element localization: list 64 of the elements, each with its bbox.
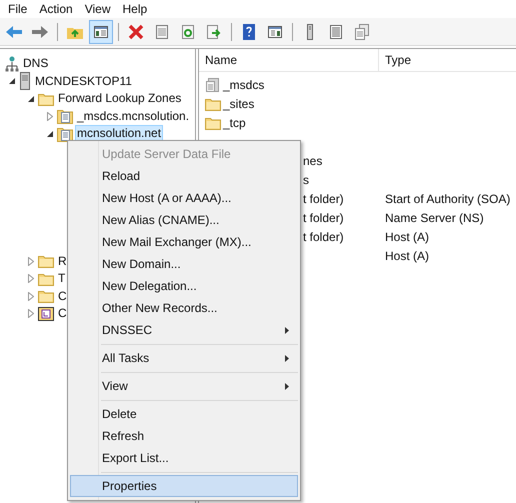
tree-item[interactable]: C — [56, 305, 69, 322]
tree-item[interactable]: T — [56, 270, 68, 288]
column-header[interactable]: Type — [379, 49, 516, 71]
expanded-arrow-icon[interactable] — [28, 96, 34, 102]
network-icon — [5, 56, 19, 72]
tree-item[interactable]: DNS — [21, 55, 50, 72]
zone-icon — [57, 108, 73, 124]
menu-item[interactable]: Action — [33, 0, 79, 18]
name-cell-text: _tcp — [223, 114, 246, 132]
submenu-arrow-icon — [285, 382, 289, 390]
name-cell-text: t folder) — [303, 228, 344, 246]
tree-item[interactable]: _msdcs.mcnsolution. — [75, 108, 192, 125]
tree-item[interactable]: C — [56, 288, 69, 305]
collapsed-arrow-icon[interactable] — [28, 256, 34, 266]
delete-icon — [127, 22, 145, 40]
server-icon — [19, 72, 31, 90]
type-cell-text: Host (A) — [384, 228, 430, 246]
export-icon — [205, 22, 223, 40]
context-menu-item[interactable]: Refresh — [70, 425, 298, 447]
name-cell-text: s — [303, 172, 309, 188]
tree-item[interactable]: Forward Lookup Zones — [56, 90, 184, 108]
name-cell-text: t folder) — [303, 190, 344, 208]
collapsed-arrow-icon[interactable] — [47, 112, 53, 121]
document-icon — [205, 76, 221, 92]
type-cell-text: Start of Authority (SOA) — [384, 190, 510, 208]
collapsed-arrow-icon[interactable] — [28, 274, 34, 284]
name-cell-text: _sites — [223, 96, 254, 112]
type-cell-text: Name Server (NS) — [384, 210, 484, 226]
submenu-arrow-icon — [285, 354, 289, 362]
column-header[interactable]: Name — [199, 49, 379, 71]
context-menu-item[interactable]: New Mail Exchanger (MX)... — [70, 231, 298, 253]
menu-item[interactable]: File — [2, 0, 34, 18]
context-menu-item[interactable]: All Tasks — [70, 347, 298, 369]
context-menu-item[interactable]: New Alias (CNAME)... — [70, 209, 298, 231]
help-icon — [240, 22, 258, 40]
name-cell-text: _msdcs — [223, 76, 264, 94]
copy-icon — [353, 22, 371, 40]
toolbar-button[interactable] — [89, 20, 113, 44]
context-menu-item[interactable]: Other New Records... — [70, 297, 298, 319]
context-menu-item[interactable]: Delete — [70, 403, 298, 425]
zone-icon — [57, 126, 73, 142]
context-menu-item[interactable]: New Host (A or AAAA)... — [70, 187, 298, 209]
context-menu-item[interactable]: DNSSEC — [70, 319, 298, 341]
context-menu-item[interactable]: Export List... — [70, 447, 298, 469]
submenu-arrow-icon — [285, 326, 289, 334]
context-menu-item[interactable]: Reload — [70, 165, 298, 187]
type-cell-text: Host (A) — [384, 248, 430, 264]
expanded-arrow-icon[interactable] — [9, 78, 15, 84]
properties-icon — [153, 22, 171, 40]
context-menu-item[interactable]: New Domain... — [70, 253, 298, 275]
name-cell-text: nes — [303, 152, 322, 170]
context-menu-item[interactable]: New Delegation... — [70, 275, 298, 297]
context-menu-item[interactable]: View — [70, 375, 298, 397]
refresh-icon — [179, 22, 197, 40]
collapsed-arrow-icon[interactable] — [28, 309, 34, 318]
context-menu-item[interactable]: Properties — [70, 475, 298, 497]
collapsed-arrow-icon[interactable] — [28, 292, 34, 301]
tree-item[interactable]: MCNDESKTOP11 — [33, 72, 134, 90]
name-cell-text: t folder) — [303, 210, 344, 226]
menu-item[interactable]: Help — [116, 0, 154, 18]
menu-item[interactable]: View — [78, 0, 116, 18]
list-icon — [327, 22, 345, 40]
tree-item[interactable]: R — [56, 252, 69, 270]
expanded-arrow-icon[interactable] — [47, 130, 53, 137]
